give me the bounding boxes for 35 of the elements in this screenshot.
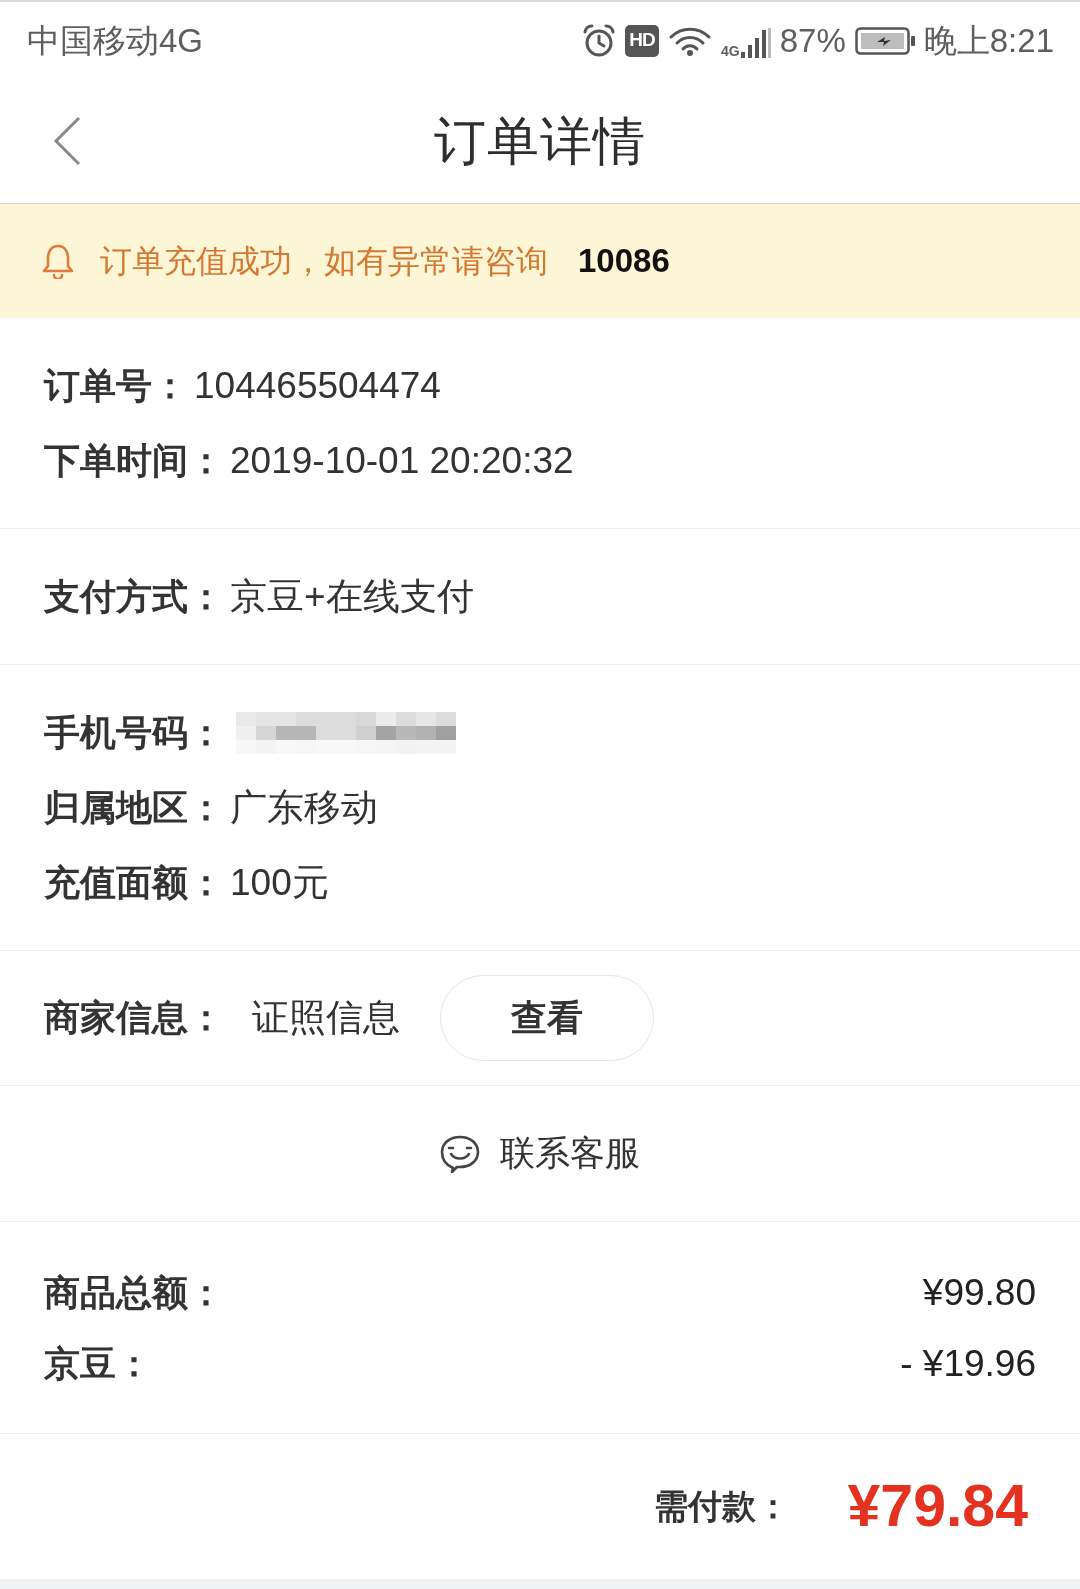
field-value: 广东移动 [230,785,378,830]
field-value: 京豆+在线支付 [230,574,474,619]
field-label: 下单时间： [44,438,224,483]
amount-value: ¥99.80 [922,1270,1036,1315]
carrier-label: 中国移动4G [27,20,204,61]
field-label: 支付方式： [44,574,224,619]
total-amount: ¥79.84 [847,1472,1028,1542]
bell-icon [42,243,74,279]
field-label: 订单号： [44,363,188,408]
view-button[interactable]: 查看 [440,975,654,1061]
field-label: 归属地区： [44,785,224,830]
notice-text: 订单充值成功，如有异常请咨询 [100,242,548,281]
back-icon[interactable] [53,116,81,166]
total-label: 需付款： [653,1486,790,1527]
field-value: 2019-10-01 20:20:32 [230,438,574,483]
amount-label: 京豆： [44,1341,152,1386]
alarm-icon [582,23,616,58]
field-value: 104465504474 [194,363,441,408]
signal-icon [740,27,771,58]
network-type-label: 4G [721,43,740,58]
amount-value: - ¥19.96 [900,1341,1036,1386]
hd-indicator: HD [625,24,659,57]
field-value: 证照信息 [252,996,400,1041]
page-title: 订单详情 [434,111,646,172]
field-label: 手机号码： [44,710,224,755]
field-label: 商家信息： [44,996,224,1040]
amount-label: 商品总额： [44,1270,224,1315]
chat-smiley-icon [440,1134,480,1173]
battery-charging-icon [854,25,915,56]
field-label: 充值面额： [44,860,224,905]
contact-service-link[interactable]: 联系客服 [440,1127,640,1180]
field-value: 100元 [230,860,329,905]
hotline-number: 10086 [578,241,670,282]
battery-percent: 87% [779,20,846,61]
clock-time: 晚上8:21 [923,20,1054,61]
